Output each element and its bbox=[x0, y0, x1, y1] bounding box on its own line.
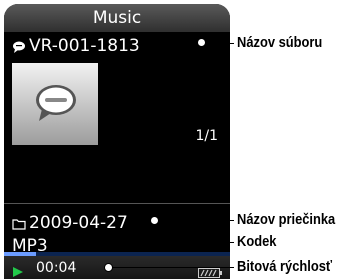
bitrate-callout-dot bbox=[104, 263, 113, 272]
folder-name: 2009-04-27 bbox=[29, 213, 128, 233]
elapsed-time: 00:04 bbox=[36, 260, 77, 276]
file-name-row: VR-001-1813 bbox=[12, 36, 140, 56]
status-bar: 00:04 bbox=[4, 252, 230, 279]
file-name-callout-line bbox=[206, 43, 234, 44]
album-art bbox=[12, 63, 98, 145]
folder-name-callout-line bbox=[159, 220, 234, 221]
track-count: 1/1 bbox=[195, 128, 218, 144]
bitrate-callout: Bitová rýchlosť bbox=[237, 258, 333, 275]
bitrate-callout-line bbox=[113, 267, 234, 268]
progress-fill bbox=[4, 252, 36, 256]
file-name: VR-001-1813 bbox=[29, 36, 140, 56]
screen-title: Music bbox=[4, 4, 230, 32]
voice-memo-icon bbox=[36, 85, 76, 121]
codec-callout-line bbox=[52, 242, 234, 243]
codec-callout: Kodek bbox=[237, 233, 277, 250]
folder-name-callout-dot bbox=[150, 216, 159, 225]
speech-bubble-icon bbox=[12, 39, 26, 53]
play-icon bbox=[12, 263, 24, 279]
battery-icon bbox=[198, 263, 222, 279]
divider bbox=[4, 203, 230, 204]
folder-icon bbox=[12, 216, 26, 230]
progress-bar bbox=[4, 252, 230, 256]
folder-name-callout: Názov priečinka bbox=[237, 211, 336, 228]
file-name-callout-dot bbox=[197, 38, 206, 47]
folder-name-row: 2009-04-27 bbox=[12, 213, 128, 233]
file-name-callout: Názov súboru bbox=[237, 34, 323, 51]
player-screen: Music VR-001-1813 1/1 2009-04-27 MP3 00:… bbox=[4, 4, 230, 279]
